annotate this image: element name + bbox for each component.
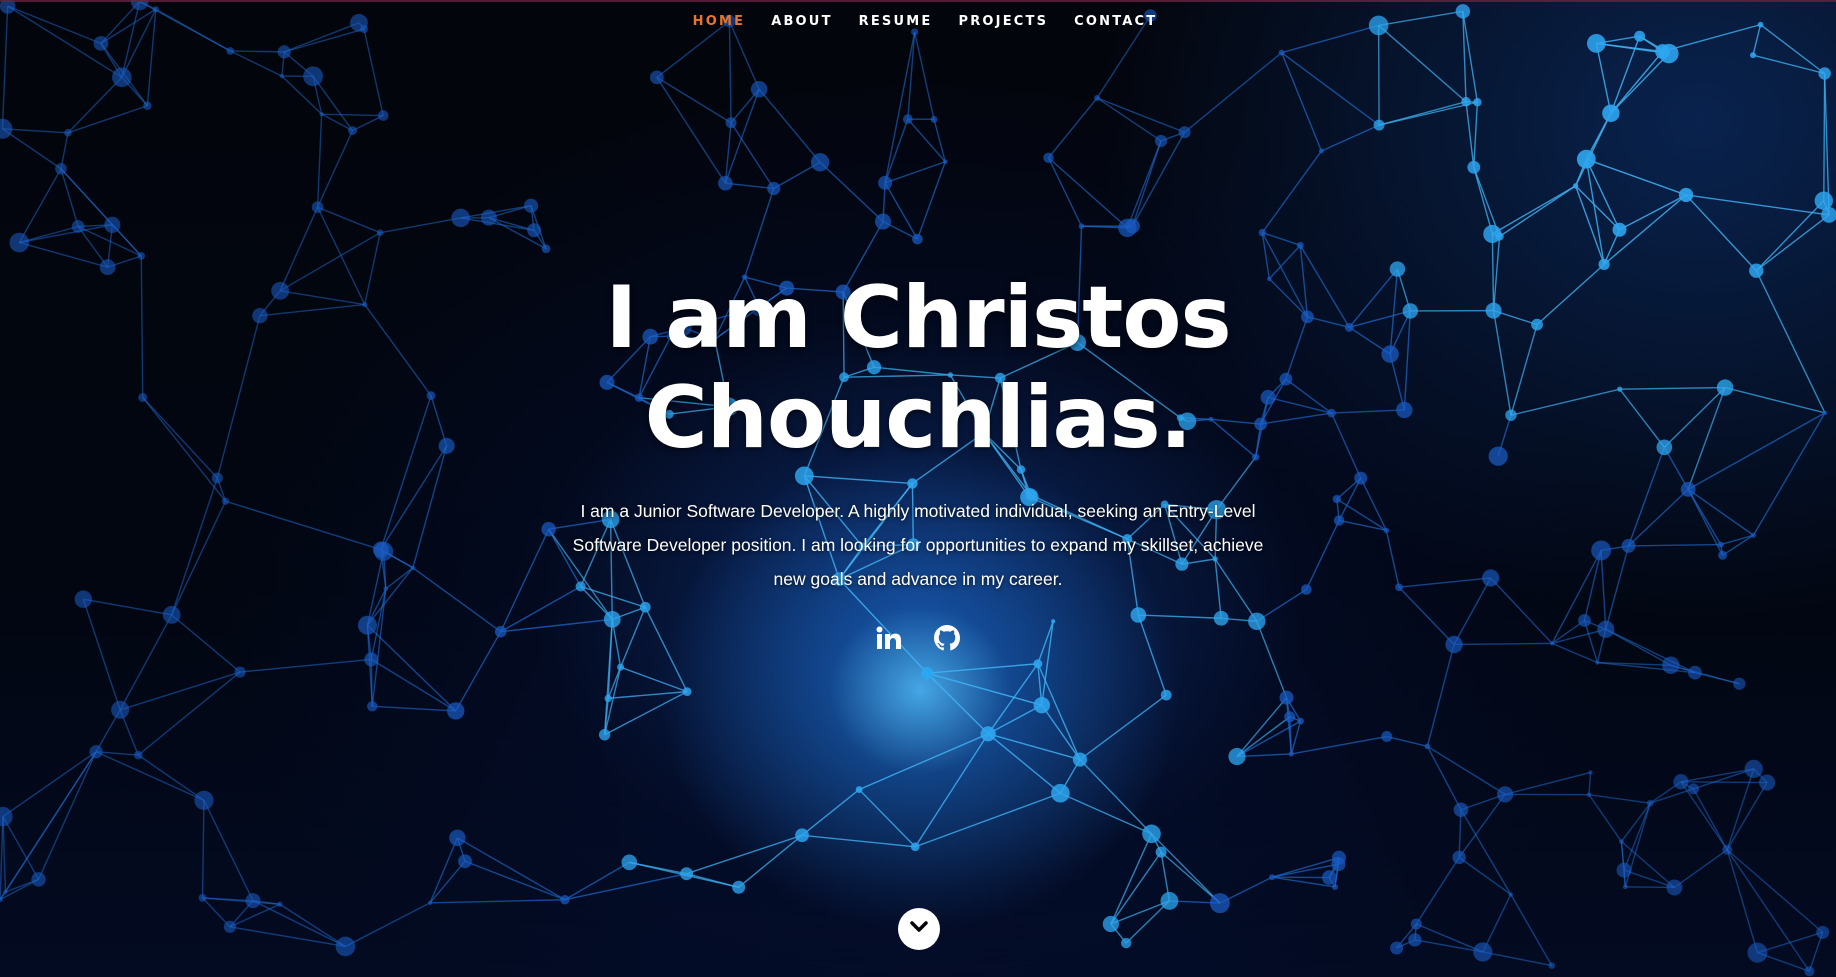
hero-title-line1: I am Christos [605,268,1231,368]
nav-item-home[interactable]: HOME [693,14,746,29]
linkedin-link[interactable] [875,626,903,654]
hero-description: I am a Junior Software Developer. A high… [572,501,1264,589]
linkedin-icon [876,626,902,655]
main-navigation: HOME ABOUT RESUME PROJECTS CONTACT [0,14,1836,29]
nav-item-projects[interactable]: PROJECTS [958,14,1048,29]
hero-title: I am Christos Chouchlias. [468,268,1368,468]
hero-page: HOME ABOUT RESUME PROJECTS CONTACT I am … [0,0,1836,977]
nav-item-resume[interactable]: RESUME [859,14,933,29]
github-link[interactable] [933,624,961,656]
social-links [0,624,1836,656]
github-icon [934,624,960,656]
nav-item-contact[interactable]: CONTACT [1074,14,1157,29]
hero-title-line2: Chouchlias. [644,368,1193,468]
scroll-down-button[interactable] [898,908,940,950]
chevron-down-icon [909,920,929,939]
nav-item-about[interactable]: ABOUT [771,14,832,29]
hero-banner: I am Christos Chouchlias. I am a Junior … [0,268,1836,596]
